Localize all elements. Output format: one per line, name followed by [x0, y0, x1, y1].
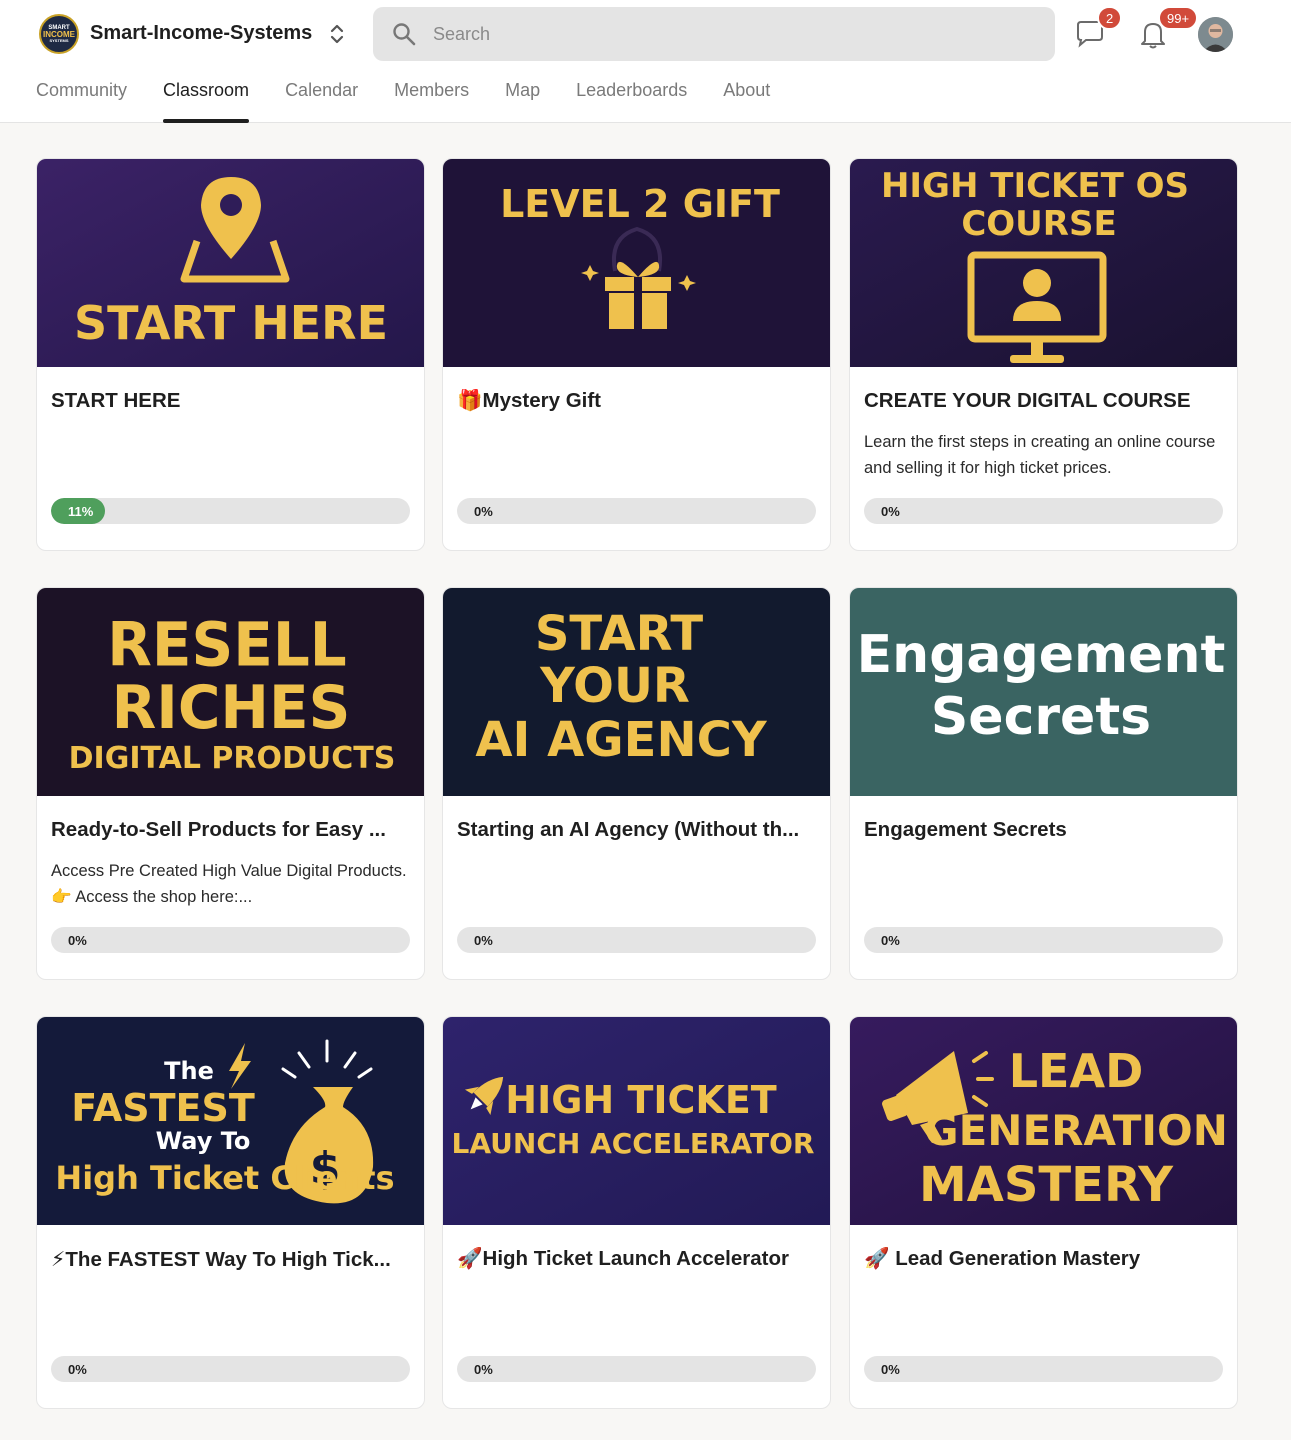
course-title: 🎁Mystery Gift: [457, 389, 602, 412]
course-progress-bar: 0%: [457, 498, 816, 524]
course-title: CREATE YOUR DIGITAL COURSE: [864, 389, 1191, 412]
course-progress-bar: 0%: [864, 498, 1223, 524]
community-logo[interactable]: SMART INCOME SYSTEMS: [39, 14, 79, 54]
thumb-text: MASTERY: [919, 1157, 1174, 1213]
course-thumbnail: START YOUR AI AGENCY: [443, 588, 830, 796]
course-card-ai-agency[interactable]: START YOUR AI AGENCY Starting an AI Agen…: [442, 587, 831, 980]
thumb-text: GENERATION: [924, 1106, 1228, 1155]
thumb-text: RESELL: [107, 610, 347, 681]
thumb-text: RICHES: [112, 672, 351, 742]
course-title: Ready-to-Sell Products for Easy ...: [51, 818, 386, 841]
course-title: 🚀 Lead Generation Mastery: [864, 1247, 1141, 1270]
tab-community[interactable]: Community: [36, 80, 127, 123]
course-card-mystery-gift[interactable]: LEVEL 2 GIFT 🎁Mystery Gift 0%: [442, 158, 831, 551]
course-card-engagement-secrets[interactable]: Engagement Secrets Engagement Secrets 0%: [849, 587, 1238, 980]
thumb-text: YOUR: [539, 658, 690, 714]
progress-label: 11%: [68, 504, 94, 519]
course-thumbnail: Engagement Secrets: [850, 588, 1237, 796]
main-nav: Community Classroom Calendar Members Map…: [36, 80, 806, 123]
thumb-text: Way To: [156, 1127, 251, 1155]
community-switcher-icon[interactable]: [324, 20, 350, 48]
logo-text-line-3: SYSTEMS: [49, 38, 69, 43]
tab-classroom[interactable]: Classroom: [163, 80, 250, 123]
progress-label: 0%: [881, 1362, 900, 1377]
tab-leaderboards[interactable]: Leaderboards: [576, 80, 687, 123]
thumb-text: DIGITAL PRODUCTS: [69, 741, 396, 776]
course-title: 🚀High Ticket Launch Accelerator: [457, 1247, 789, 1270]
thumb-text: Engagement: [857, 625, 1226, 685]
tab-about[interactable]: About: [723, 80, 770, 123]
course-description: Learn the first steps in creating an onl…: [864, 433, 1216, 477]
course-progress-bar: 0%: [51, 927, 410, 953]
course-progress-bar: 0%: [457, 1356, 816, 1382]
course-title: Engagement Secrets: [864, 818, 1067, 841]
thumb-text: HIGH TICKET: [505, 1078, 777, 1122]
tab-map[interactable]: Map: [505, 80, 540, 123]
search-bar[interactable]: [373, 7, 1055, 61]
tab-calendar[interactable]: Calendar: [285, 80, 358, 123]
progress-label: 0%: [474, 1362, 493, 1377]
course-card-fastest-way[interactable]: $ The FASTEST Way To High Ticket Clients…: [36, 1016, 425, 1409]
thumb-text: START HERE: [74, 296, 388, 350]
course-title: ⚡The FASTEST Way To High Tick...: [51, 1248, 391, 1271]
course-title: START HERE: [51, 389, 181, 412]
course-progress-bar: 0%: [51, 1356, 410, 1382]
user-avatar[interactable]: [1198, 17, 1233, 52]
tab-members[interactable]: Members: [394, 80, 469, 123]
course-progress-bar: 11%: [51, 498, 410, 524]
thumb-text: HIGH TICKET OS: [881, 166, 1189, 206]
course-thumbnail: LEVEL 2 GIFT: [443, 159, 830, 367]
thumb-text: LAUNCH ACCELERATOR: [452, 1127, 815, 1160]
chat-unread-badge: 2: [1097, 6, 1123, 30]
community-name[interactable]: Smart-Income-Systems: [90, 22, 312, 45]
course-thumbnail: $ The FASTEST Way To High Ticket Clients: [37, 1017, 424, 1225]
course-card-launch-accelerator[interactable]: HIGH TICKET LAUNCH ACCELERATOR 🚀High Tic…: [442, 1016, 831, 1409]
search-icon: [393, 23, 416, 46]
course-title: Starting an AI Agency (Without th...: [457, 818, 800, 841]
search-input[interactable]: [433, 7, 1033, 61]
progress-label: 0%: [474, 933, 493, 948]
thumb-text: COURSE: [961, 204, 1116, 244]
course-card-create-digital-course[interactable]: HIGH TICKET OS COURSE CREATE YOUR DIGITA…: [849, 158, 1238, 551]
thumb-text: AI AGENCY: [475, 712, 767, 768]
thumb-text: LEVEL 2 GIFT: [500, 182, 780, 226]
progress-label: 0%: [881, 504, 900, 519]
course-thumbnail: HIGH TICKET OS COURSE: [850, 159, 1237, 367]
progress-label: 0%: [474, 504, 493, 519]
progress-label: 0%: [68, 933, 87, 948]
thumb-text: The: [164, 1057, 214, 1085]
course-thumbnail: START HERE: [37, 159, 424, 367]
course-progress-bar: 0%: [457, 927, 816, 953]
course-card-start-here[interactable]: START HERE START HERE 11%: [36, 158, 425, 551]
top-header: SMART INCOME SYSTEMS Smart-Income-System…: [0, 0, 1291, 123]
thumb-text: High Ticket Clients: [55, 1159, 394, 1197]
course-progress-bar: 0%: [864, 1356, 1223, 1382]
course-thumbnail: RESELL RICHES DIGITAL PRODUCTS: [37, 588, 424, 796]
progress-label: 0%: [881, 933, 900, 948]
progress-label: 0%: [68, 1362, 87, 1377]
thumb-text: LEAD: [1009, 1044, 1144, 1098]
thumb-text: START: [535, 606, 704, 662]
course-description: Access Pre Created High Value Digital Pr…: [51, 862, 407, 906]
course-card-lead-generation[interactable]: LEAD GENERATION MASTERY 🚀 Lead Generatio…: [849, 1016, 1238, 1409]
notifications-badge: 99+: [1158, 6, 1199, 30]
course-thumbnail: LEAD GENERATION MASTERY: [850, 1017, 1237, 1225]
thumb-text: FASTEST: [71, 1086, 255, 1130]
course-card-ready-to-sell-products[interactable]: RESELL RICHES DIGITAL PRODUCTS Ready-to-…: [36, 587, 425, 980]
thumb-text: Secrets: [931, 687, 1151, 747]
course-progress-bar: 0%: [864, 927, 1223, 953]
course-thumbnail: HIGH TICKET LAUNCH ACCELERATOR: [443, 1017, 830, 1225]
